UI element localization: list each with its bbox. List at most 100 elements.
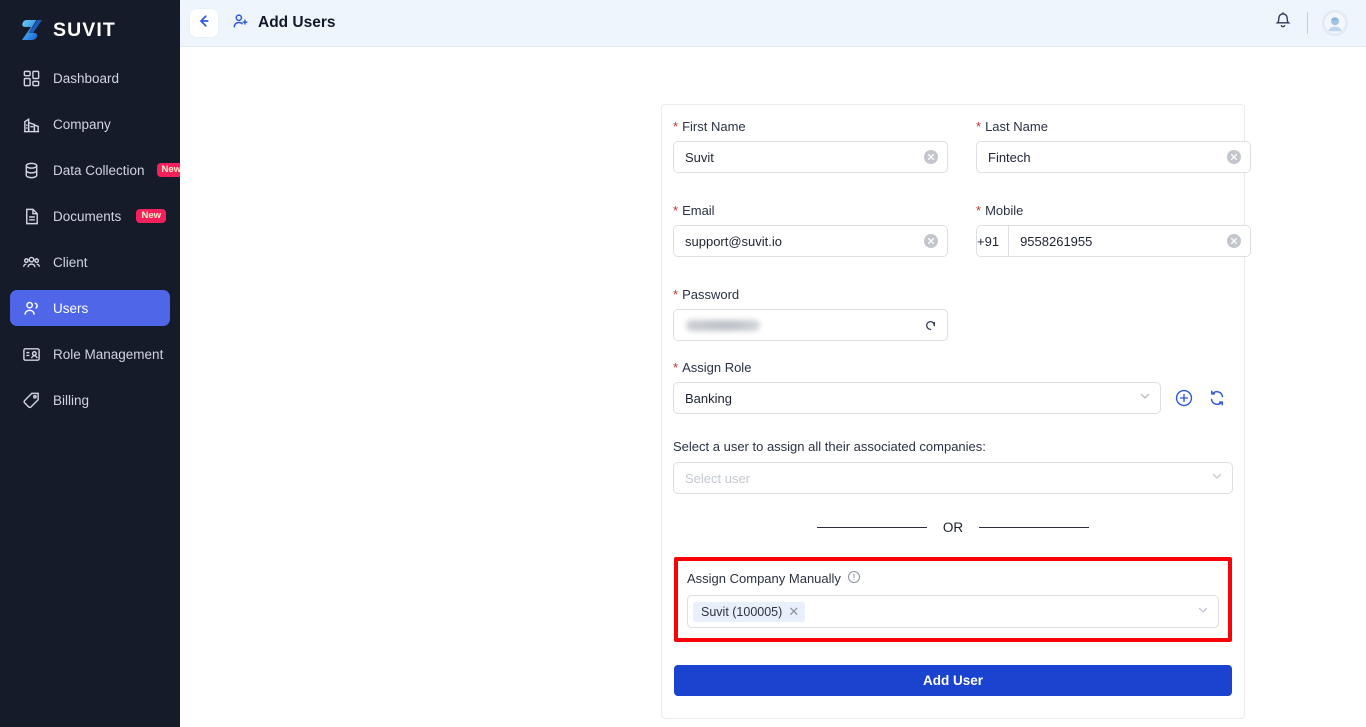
clear-circle-icon[interactable] <box>924 150 938 164</box>
assign-role-label: * Assign Role <box>673 360 1233 375</box>
mobile-value: 9558261955 <box>1020 233 1093 249</box>
first-name-field-group: * First Name Suvit <box>673 119 948 173</box>
billing-tag-icon <box>22 391 41 410</box>
first-name-input[interactable]: Suvit <box>673 141 948 173</box>
main-area: Add Users * First Name Suvit * Last Name… <box>180 0 1366 727</box>
or-line-left <box>816 527 927 528</box>
select-user-helper: Select a user to assign all their associ… <box>673 439 986 454</box>
password-value <box>685 319 923 331</box>
users-icon <box>22 299 41 318</box>
chevron-down-icon <box>1211 469 1223 487</box>
required-asterisk: * <box>976 119 982 134</box>
refresh-icon[interactable] <box>1207 388 1227 408</box>
last-name-label: * Last Name <box>976 119 1251 134</box>
sidebar-item-label: Users <box>53 300 89 316</box>
assign-role-row: Banking <box>673 382 1233 414</box>
sidebar: SUVIT Dashboard Company Data Collection … <box>0 0 187 727</box>
assign-company-label-text: Assign Company Manually <box>687 571 841 586</box>
password-label: * Password <box>673 287 948 302</box>
topbar-divider <box>1307 12 1308 34</box>
client-group-icon <box>22 253 41 272</box>
sidebar-item-role-management[interactable]: Role Management <box>10 336 170 372</box>
last-name-label-text: Last Name <box>985 119 1048 134</box>
clear-circle-icon[interactable] <box>924 234 938 248</box>
or-line-right <box>979 527 1090 528</box>
brand-logo[interactable]: SUVIT <box>0 0 180 46</box>
password-masked-value <box>686 319 760 331</box>
contact-row: * Email support@suvit.io * Mobile +91 95… <box>673 203 1251 268</box>
dashboard-icon <box>22 69 41 88</box>
or-divider: OR <box>673 520 1233 535</box>
page-title: Add Users <box>258 14 336 31</box>
or-label: OR <box>942 520 964 535</box>
mobile-label-text: Mobile <box>985 203 1024 218</box>
sidebar-nav: Dashboard Company Data Collection New Do… <box>0 60 187 418</box>
add-user-form-card: * First Name Suvit * Last Name Fintech *… <box>661 104 1251 719</box>
sidebar-item-label: Data Collection <box>53 162 145 178</box>
email-label-text: Email <box>682 203 715 218</box>
mobile-field-group: * Mobile +91 9558261955 <box>976 203 1251 257</box>
company-tag[interactable]: Suvit (100005) ✕ <box>693 601 806 622</box>
topbar: Add Users <box>180 0 1366 47</box>
password-input[interactable] <box>673 309 948 341</box>
first-name-label-text: First Name <box>682 119 746 134</box>
sidebar-item-dashboard[interactable]: Dashboard <box>10 60 170 96</box>
brand-name: SUVIT <box>53 18 116 41</box>
last-name-value: Fintech <box>988 149 1031 165</box>
sidebar-item-billing[interactable]: Billing <box>10 382 170 418</box>
select-user-placeholder: Select user <box>685 470 751 486</box>
add-user-icon <box>232 12 250 35</box>
add-user-submit-button[interactable]: Add User <box>674 665 1232 696</box>
required-asterisk: * <box>673 119 679 134</box>
required-asterisk: * <box>673 287 679 302</box>
mobile-label: * Mobile <box>976 203 1251 218</box>
last-name-field-group: * Last Name Fintech <box>976 119 1251 173</box>
sidebar-item-label: Company <box>53 116 111 132</box>
assign-role-select[interactable]: Banking <box>673 382 1161 414</box>
assign-role-field-group: * Assign Role Banking <box>673 360 1233 414</box>
regenerate-icon[interactable] <box>923 318 938 333</box>
sidebar-item-label: Client <box>53 254 88 270</box>
tag-remove-icon[interactable]: ✕ <box>788 605 799 618</box>
info-circle-icon[interactable] <box>847 570 861 587</box>
sidebar-item-client[interactable]: Client <box>10 244 170 280</box>
sidebar-item-label: Billing <box>53 392 90 408</box>
clear-circle-icon[interactable] <box>1227 150 1241 164</box>
sidebar-item-label: Documents <box>53 208 122 224</box>
assign-company-multiselect[interactable]: Suvit (100005) ✕ <box>687 595 1219 628</box>
chevron-down-icon <box>1197 603 1209 621</box>
sidebar-item-data-collection[interactable]: Data Collection New <box>10 152 187 188</box>
role-management-icon <box>22 345 41 364</box>
assign-role-label-text: Assign Role <box>682 360 752 375</box>
required-asterisk: * <box>673 203 679 218</box>
chevron-down-icon <box>1139 389 1151 407</box>
sidebar-item-label: Dashboard <box>53 70 120 86</box>
email-input[interactable]: support@suvit.io <box>673 225 948 257</box>
last-name-input[interactable]: Fintech <box>976 141 1251 173</box>
add-user-submit-label: Add User <box>922 673 983 688</box>
content-area: * First Name Suvit * Last Name Fintech *… <box>180 47 1366 727</box>
topbar-actions <box>1273 10 1348 36</box>
email-value: support@suvit.io <box>685 233 783 249</box>
name-row: * First Name Suvit * Last Name Fintech <box>673 119 1251 184</box>
assign-company-highlight: Assign Company Manually Suvit (100005) ✕ <box>674 557 1232 642</box>
email-field-group: * Email support@suvit.io <box>673 203 948 257</box>
required-asterisk: * <box>673 360 679 375</box>
password-field-group: * Password <box>673 287 948 341</box>
required-asterisk: * <box>976 203 982 218</box>
select-user-dropdown[interactable]: Select user <box>673 462 1233 494</box>
user-avatar-icon[interactable] <box>1322 10 1348 36</box>
bell-icon[interactable] <box>1273 11 1293 36</box>
sidebar-item-company[interactable]: Company <box>10 106 170 142</box>
sidebar-item-users[interactable]: Users <box>10 290 170 326</box>
first-name-value: Suvit <box>685 149 714 165</box>
assign-role-value: Banking <box>685 390 732 406</box>
mobile-input[interactable]: +91 9558261955 <box>976 225 1251 257</box>
sidebar-item-documents[interactable]: Documents New <box>10 198 170 234</box>
arrow-left-icon <box>196 13 212 34</box>
clear-circle-icon[interactable] <box>1227 234 1241 248</box>
mobile-country-prefix[interactable]: +91 <box>977 226 1010 256</box>
back-button[interactable] <box>190 9 218 37</box>
first-name-label: * First Name <box>673 119 948 134</box>
plus-circle-icon[interactable] <box>1174 388 1194 408</box>
